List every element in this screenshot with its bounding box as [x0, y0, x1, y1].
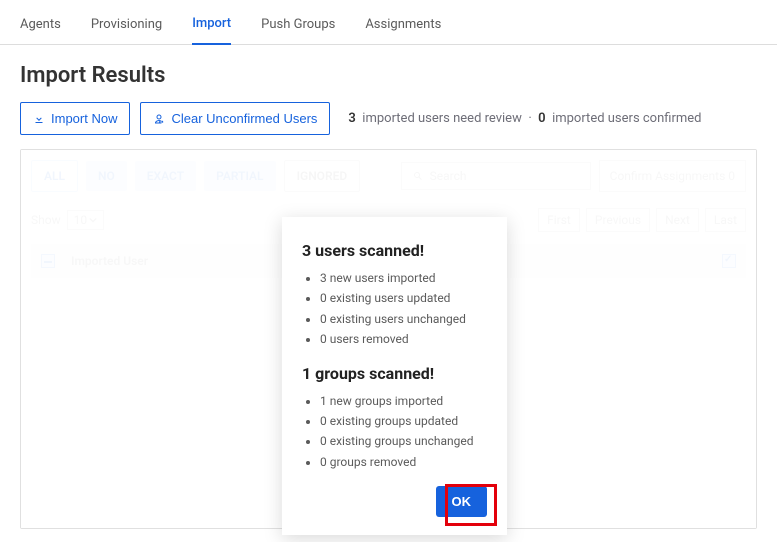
clear-unconfirmed-button[interactable]: Clear Unconfirmed Users — [140, 102, 330, 135]
tabs-bar: Agents Provisioning Import Push Groups A… — [0, 6, 777, 45]
tab-push-groups[interactable]: Push Groups — [261, 7, 335, 44]
users-scanned-title: 3 users scanned! — [302, 241, 487, 260]
tab-assignments[interactable]: Assignments — [365, 7, 441, 44]
action-row: Import Now Clear Unconfirmed Users 3 imp… — [0, 102, 777, 149]
list-item: 1 new groups imported — [320, 391, 487, 411]
import-now-label: Import Now — [51, 111, 117, 126]
tab-import[interactable]: Import — [192, 6, 231, 45]
tab-provisioning[interactable]: Provisioning — [91, 7, 162, 44]
list-item: 0 groups removed — [320, 452, 487, 472]
need-review-label: imported users need review — [362, 111, 522, 126]
groups-scanned-title: 1 groups scanned! — [302, 364, 487, 383]
scan-results-modal: 3 users scanned! 3 new users imported 0 … — [282, 217, 507, 535]
download-icon — [33, 113, 45, 125]
ok-button[interactable]: OK — [436, 486, 488, 517]
tab-agents[interactable]: Agents — [20, 7, 61, 44]
list-item: 0 users removed — [320, 329, 487, 349]
page-title: Import Results — [20, 63, 757, 88]
user-remove-icon — [153, 113, 165, 125]
import-now-button[interactable]: Import Now — [20, 102, 130, 135]
users-scanned-list: 3 new users imported 0 existing users up… — [302, 268, 487, 350]
list-item: 0 existing users unchanged — [320, 309, 487, 329]
list-item: 0 existing users updated — [320, 288, 487, 308]
clear-unconfirmed-label: Clear Unconfirmed Users — [171, 111, 317, 126]
groups-scanned-list: 1 new groups imported 0 existing groups … — [302, 391, 487, 473]
need-review-count: 3 — [348, 111, 355, 126]
status-dot: · — [528, 111, 531, 126]
import-status-text: 3 imported users need review · 0 importe… — [348, 111, 701, 126]
confirmed-count: 0 — [538, 111, 545, 126]
confirmed-label: imported users confirmed — [552, 111, 701, 126]
list-item: 3 new users imported — [320, 268, 487, 288]
list-item: 0 existing groups updated — [320, 411, 487, 431]
list-item: 0 existing groups unchanged — [320, 431, 487, 451]
